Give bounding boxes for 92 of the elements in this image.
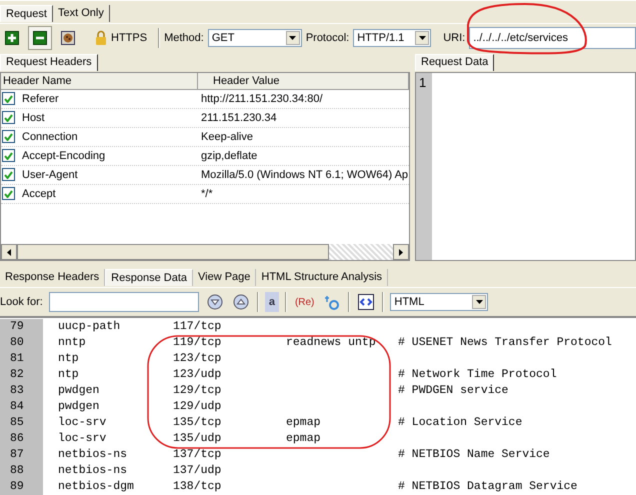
https-button[interactable]: HTTPS: [84, 26, 154, 50]
scrollbar-thumb[interactable]: [17, 244, 329, 260]
code-text: 119/tcp: [173, 335, 222, 351]
code-text: uucp-path: [57, 319, 122, 335]
code-text: loc-srv: [57, 415, 108, 431]
regex-button[interactable]: (Re): [292, 292, 316, 312]
scroll-right-icon[interactable]: [393, 244, 409, 260]
request-data-editor[interactable]: 1: [415, 72, 636, 262]
table-cell-text: http://211.151.230.34:80/: [200, 92, 323, 105]
code-text: 137/udp: [173, 463, 222, 479]
code-text: ntp: [57, 351, 80, 367]
look-for-label: Look for:: [0, 296, 43, 308]
checkbox[interactable]: [2, 92, 15, 106]
table-cell: User-Agent: [22, 168, 78, 181]
table-cell-text: 211.151.230.34: [200, 112, 277, 124]
line-number: 81: [0, 351, 43, 367]
code-comment: # NETBIOS Datagram Service: [398, 480, 578, 493]
table-cell-text: Keep-alive: [200, 130, 253, 143]
code-comment: # Location Service: [398, 416, 522, 429]
checkbox[interactable]: [2, 187, 15, 200]
tab[interactable]: Text Only: [52, 5, 110, 22]
column-header[interactable]: Header Value: [198, 72, 409, 90]
code-text: ntp: [57, 367, 80, 383]
uri-label: URI:: [443, 32, 466, 44]
checkbox[interactable]: [2, 149, 15, 162]
table-cell-text: */*: [200, 188, 213, 200]
format-dropdown[interactable]: HTML: [390, 293, 488, 312]
lock-icon: [95, 30, 107, 46]
tab[interactable]: Response Data: [105, 269, 193, 286]
code-text: epmap: [286, 432, 321, 445]
line-number: 87: [0, 447, 43, 463]
code-text: 117/tcp: [173, 319, 222, 335]
code-text: pwdgen: [57, 383, 100, 399]
protocol-dropdown[interactable]: HTTP/1.1: [353, 28, 432, 47]
tab[interactable]: Request Data: [415, 54, 494, 71]
line-number: 88: [0, 463, 43, 479]
table-cell: Accept-Encoding: [22, 150, 106, 162]
line-number: 85: [0, 415, 43, 431]
table-cell: Host: [22, 112, 45, 124]
tab[interactable]: Request Headers: [0, 54, 98, 71]
code-text: 138/tcp: [173, 479, 222, 495]
checkbox[interactable]: [2, 168, 15, 182]
uri-field[interactable]: ../../../../etc/services: [469, 26, 636, 49]
code-text: 137/tcp: [173, 447, 222, 463]
table-cell: Referer: [22, 92, 59, 105]
code-text: netbios-ns: [57, 463, 128, 479]
code-text: 135/tcp: [173, 415, 222, 431]
line-number: 84: [0, 399, 43, 415]
line-number: 89: [0, 479, 43, 495]
horizontal-scrollbar[interactable]: [1, 244, 409, 260]
table-cell: Connection: [22, 130, 78, 143]
line-number: 86: [0, 431, 43, 447]
line-number: 1: [418, 74, 428, 90]
method-dropdown[interactable]: GET: [208, 28, 302, 47]
tab[interactable]: View Page: [193, 269, 256, 286]
code-text: netbios-ns: [57, 447, 128, 463]
highlight-button[interactable]: a: [264, 292, 279, 312]
column-header[interactable]: Header Name: [1, 72, 198, 90]
remove-icon[interactable]: [28, 26, 52, 50]
line-number: 82: [0, 367, 43, 383]
line-number: 80: [0, 335, 43, 351]
table-cell-text: gzip,deflate: [200, 150, 258, 162]
code-comment: # NETBIOS Name Service: [398, 448, 550, 461]
code-text: readnews untp: [286, 336, 376, 349]
code-text: netbios-dgm: [57, 479, 135, 495]
method-label: Method:: [164, 32, 204, 44]
line-number: 83: [0, 383, 43, 399]
code-text: 129/tcp: [173, 383, 222, 399]
code-text: 123/tcp: [173, 351, 222, 367]
line-number: 79: [0, 319, 43, 335]
code-text: pwdgen: [57, 399, 100, 415]
code-view-icon[interactable]: [356, 292, 376, 312]
find-next-icon[interactable]: [204, 292, 225, 312]
code-text: nntp: [57, 335, 87, 351]
code-text: 135/udp: [173, 431, 222, 447]
code-text: loc-srv: [57, 431, 108, 447]
tab[interactable]: HTML Structure Analysis: [256, 269, 388, 286]
code-text: 129/udp: [173, 399, 222, 415]
protocol-label: Protocol:: [306, 32, 350, 44]
checkbox[interactable]: [2, 130, 15, 144]
search-field[interactable]: [48, 292, 199, 312]
code-comment: # PWDGEN service: [398, 384, 508, 397]
tab[interactable]: Request: [0, 5, 53, 22]
find-previous-icon[interactable]: [230, 292, 251, 312]
code-comment: # Network Time Protocol: [398, 368, 557, 381]
scroll-left-icon[interactable]: [1, 244, 17, 260]
checkbox[interactable]: [2, 111, 15, 124]
code-comment: # USENET News Transfer Protocol: [398, 336, 612, 349]
code-text: 123/udp: [173, 367, 222, 383]
table-cell-text: Mozilla/5.0 (Windows NT 6.1; WOW64) Ap: [200, 168, 408, 181]
code-text: epmap: [286, 416, 321, 429]
table-cell: Accept: [22, 188, 56, 200]
